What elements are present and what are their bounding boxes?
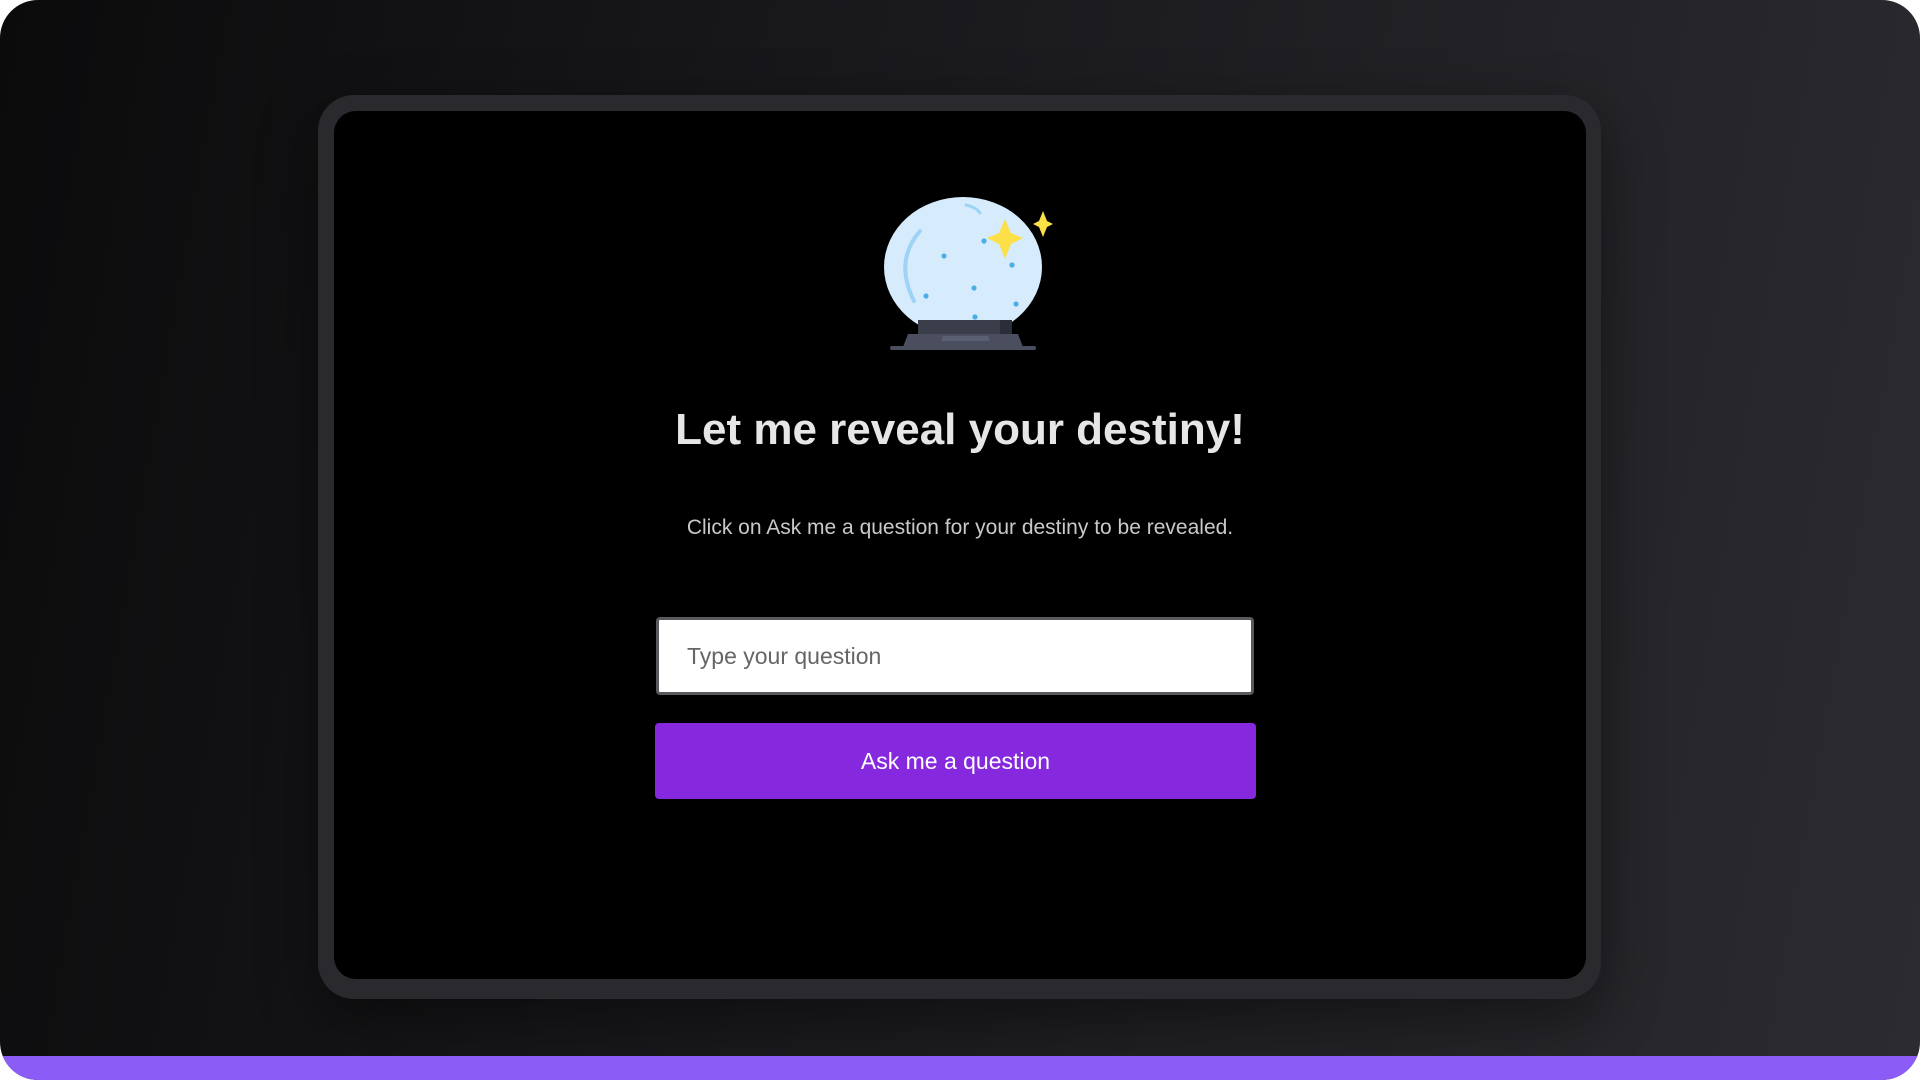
- page-title: Let me reveal your destiny!: [675, 405, 1245, 454]
- app-screen: Let me reveal your destiny! Click on Ask…: [334, 111, 1586, 979]
- bottom-accent-bar: [0, 1056, 1920, 1080]
- desktop-background: Let me reveal your destiny! Click on Ask…: [0, 0, 1920, 1080]
- main-content: Let me reveal your destiny! Click on Ask…: [334, 111, 1586, 979]
- page-subtitle: Click on Ask me a question for your dest…: [686, 516, 1234, 539]
- crystal-ball-icon: [884, 197, 1053, 350]
- question-input[interactable]: [656, 617, 1254, 695]
- ask-question-button[interactable]: Ask me a question: [655, 723, 1256, 799]
